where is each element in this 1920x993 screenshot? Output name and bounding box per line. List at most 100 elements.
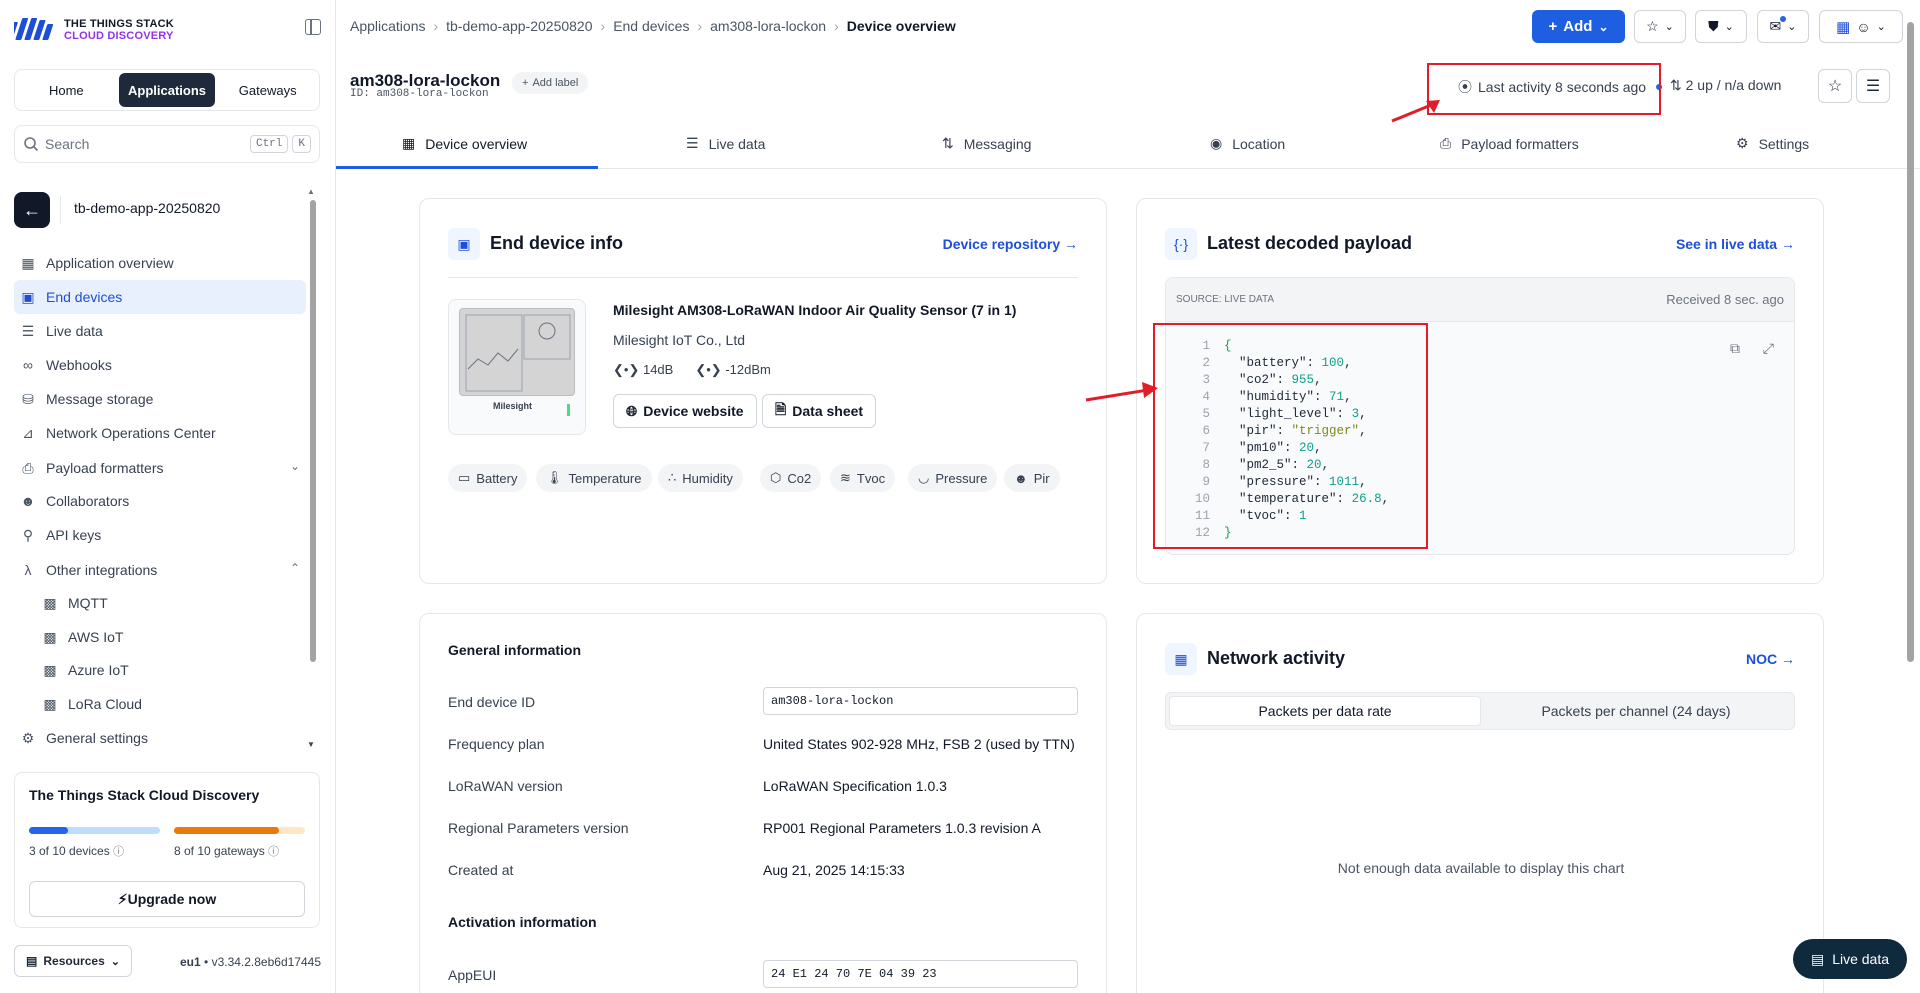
back-arrow-icon[interactable]: ← <box>14 192 50 228</box>
battery-icon: ▭ <box>458 470 471 485</box>
sidebar-item-other-integrations[interactable]: λ Other integrations ⌃ <box>14 553 306 587</box>
sidebar-item-mqtt[interactable]: ▩ MQTT <box>36 586 306 620</box>
sidebar-item-webhooks[interactable]: ∞ Webhooks <box>14 348 306 382</box>
appeui-field[interactable]: 24 E1 24 70 7E 04 39 23 <box>763 960 1078 988</box>
sidebar-item-application-overview[interactable]: ▦ Application overview <box>14 246 306 280</box>
upgrade-label: Upgrade now <box>127 891 217 907</box>
chip-label: Pressure <box>935 470 988 486</box>
star-button[interactable]: ☆ <box>1818 69 1852 103</box>
divider <box>60 196 61 224</box>
payload-header: SOURCE: LIVE DATA Received 8 sec. ago <box>1166 278 1794 322</box>
sidebar-item-live-data[interactable]: ☰ Live data <box>14 314 306 348</box>
plan-title: The Things Stack Cloud Discovery <box>29 787 260 803</box>
sidebar-item-label: General settings <box>46 730 148 746</box>
add-label-button[interactable]: + Add label <box>512 72 589 94</box>
tab-live-data[interactable]: ☰ Live data <box>686 118 765 169</box>
tab-messaging[interactable]: ⇅ Messaging <box>942 118 1031 169</box>
resources-button[interactable]: ▤ Resources ⌄ <box>14 945 132 977</box>
sidebar-collapse-icon[interactable] <box>305 19 321 35</box>
updown-arrows-icon: ⇅ <box>1670 77 1682 93</box>
breadcrumb-applications[interactable]: Applications <box>350 18 426 34</box>
tab-packets-per-channel[interactable]: Packets per channel (24 days) <box>1481 696 1791 726</box>
lorawan-version-value: LoRaWAN Specification 1.0.3 <box>763 778 947 794</box>
capability-chip: ⬡ Co2 <box>760 464 822 492</box>
sidebar-item-api-keys[interactable]: ⚲ API keys <box>14 518 306 552</box>
tab-payload-formatters[interactable]: ⎙ Payload formatters <box>1440 118 1579 169</box>
sidebar-item-general-settings[interactable]: ⚙ General settings <box>14 721 306 755</box>
tab-location[interactable]: ◉ Location <box>1210 118 1285 169</box>
sidebar-item-message-storage[interactable]: ⛁ Message storage <box>14 382 306 416</box>
device-vendor: Milesight IoT Co., Ltd <box>613 332 746 348</box>
sidebar-item-label: API keys <box>46 527 102 543</box>
end-device-id-field[interactable]: am308-lora-lockon <box>763 687 1078 715</box>
capability-chip: ◡ Pressure <box>908 464 998 492</box>
tab-home[interactable]: Home <box>18 73 115 107</box>
things-stack-logo[interactable] <box>14 16 58 42</box>
breadcrumb: Applications › tb-demo-app-20250820 › End … <box>350 18 956 34</box>
version-info: eu1 • v3.34.2.8eb6d17445 <box>180 955 321 969</box>
sidebar-item-collaborators[interactable]: ☻ Collaborators <box>14 484 306 518</box>
general-info-card: General information End device ID am308-… <box>419 613 1107 993</box>
tab-device-overview[interactable]: ▦ Device overview <box>402 118 527 169</box>
upgrade-button[interactable]: ⚡︎ Upgrade now <box>29 881 305 917</box>
tags-button[interactable]: ⛊ ⌄ <box>1695 10 1747 43</box>
breadcrumb-device[interactable]: am308-lora-lockon <box>710 18 826 34</box>
menu-button[interactable]: ☰ <box>1856 69 1890 103</box>
users-icon: ☻ <box>1014 470 1028 486</box>
page-scrollbar[interactable] <box>1907 22 1914 662</box>
breadcrumb-end-devices[interactable]: End devices <box>613 18 689 34</box>
region-label: eu1 <box>180 955 201 969</box>
copy-icon[interactable]: ⧉ <box>1730 340 1740 357</box>
book-icon: ▤ <box>26 954 38 968</box>
sidebar-item-end-devices[interactable]: ▣ End devices <box>14 280 306 314</box>
sidebar-item-lora-cloud[interactable]: ▩ LoRa Cloud <box>36 687 306 721</box>
milesight-logo: Milesight <box>493 401 533 411</box>
tab-packets-per-data-rate[interactable]: Packets per data rate <box>1169 696 1481 726</box>
bar-chart-icon: ▦ <box>1165 643 1197 675</box>
tab-applications[interactable]: Applications <box>118 73 216 107</box>
sidebar-item-label: AWS IoT <box>68 629 124 645</box>
tab-label: Payload formatters <box>1461 135 1579 152</box>
resources-label: Resources <box>43 954 105 968</box>
search-icon <box>24 137 39 152</box>
see-in-live-data-link[interactable]: See in live data → <box>1676 236 1795 252</box>
breadcrumb-app[interactable]: tb-demo-app-20250820 <box>446 18 592 34</box>
scroll-down-icon[interactable]: ▼ <box>307 740 315 749</box>
add-button[interactable]: + Add ⌄ <box>1532 10 1625 43</box>
device-repository-link[interactable]: Device repository → <box>943 236 1078 252</box>
scroll-up-icon[interactable]: ▲ <box>307 187 315 196</box>
chip-label: Temperature <box>568 470 642 486</box>
sidebar-item-azure-iot[interactable]: ▩ Azure IoT <box>36 653 306 687</box>
data-sheet-button[interactable]: 🗎︎ Data sheet <box>762 394 877 428</box>
card-title: End device info <box>490 233 624 253</box>
expand-icon[interactable]: ⤢ <box>1763 340 1774 357</box>
sidebar-item-aws-iot[interactable]: ▩ AWS IoT <box>36 620 306 654</box>
info-icon[interactable]: ⓘ <box>268 846 279 858</box>
sidebar-item-label: Collaborators <box>46 493 130 509</box>
noc-link[interactable]: NOC → <box>1746 651 1795 667</box>
device-website-button[interactable]: 🌐︎ Device website <box>613 394 757 428</box>
sidebar-search[interactable]: Search Ctrl K <box>14 125 320 163</box>
chevron-up-icon[interactable]: ⌃ <box>290 561 300 575</box>
general-heading: General information <box>448 642 582 658</box>
sidebar-item-noc[interactable]: ⊿ Network Operations Center <box>14 416 306 450</box>
account-button[interactable]: ▦ ☺ ⌄ <box>1819 10 1903 43</box>
sidebar-item-label: Network Operations Center <box>46 425 216 441</box>
sidebar-item-label: LoRa Cloud <box>68 696 142 712</box>
info-icon[interactable]: ⓘ <box>113 846 124 858</box>
chevron-down-icon[interactable]: ⌄ <box>290 459 300 473</box>
chart-icon: ⊿ <box>22 424 34 441</box>
sidebar-scroll-thumb[interactable] <box>310 200 316 662</box>
kbd-k: K <box>292 135 311 153</box>
live-data-button[interactable]: ▤ Live data <box>1793 939 1907 979</box>
puzzle-icon: ▩ <box>43 628 57 645</box>
sidebar-item-payload-formatters[interactable]: ⎙ Payload formatters ⌄ <box>14 451 306 485</box>
device-radio-stats: ❮•❯ 14dB ❮•❯ -12dBm <box>613 362 771 378</box>
breadcrumb-current: Device overview <box>846 18 956 34</box>
bookmarks-button[interactable]: ☆ ⌄ <box>1634 10 1686 43</box>
row-label: AppEUI <box>448 967 497 983</box>
notifications-button[interactable]: ✉ ⌄ <box>1757 10 1809 43</box>
tab-settings[interactable]: ⚙ Settings <box>1736 118 1809 169</box>
tab-gateways[interactable]: Gateways <box>219 73 316 107</box>
code-file-icon: ⎙ <box>1440 135 1452 151</box>
